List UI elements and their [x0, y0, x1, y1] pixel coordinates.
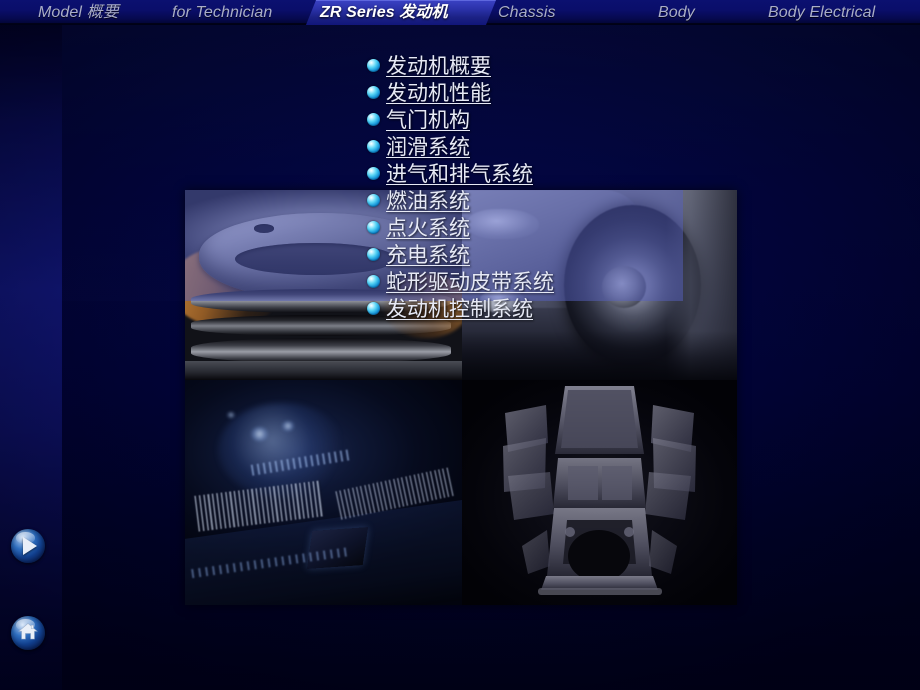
bullet-sphere-icon	[367, 194, 380, 207]
road-motion-blur	[462, 330, 737, 380]
tab-zr-series[interactable]: ZR Series 发动机	[320, 0, 448, 25]
left-gradient-rail	[0, 0, 62, 690]
tab-model-overview[interactable]: Model 概要	[38, 0, 119, 25]
menu-panel: 发动机概要 发动机性能 气门机构 润滑系统 进气和排气系统 燃油系统 点火系统 充电系统 蛇形驱…	[62, 25, 683, 320]
menu-item-label: 点火系统	[386, 215, 470, 240]
piston-base-shadow	[185, 361, 462, 380]
menu-item-fuel-system[interactable]: 燃油系统	[367, 187, 554, 214]
tab-chassis[interactable]: Chassis	[498, 0, 556, 25]
bullet-sphere-icon	[367, 302, 380, 315]
circuit-board-photo	[185, 380, 462, 605]
menu-item-label: 发动机性能	[386, 80, 491, 105]
menu-item-engine-overview[interactable]: 发动机概要	[367, 52, 554, 79]
tab-label: for Technician	[172, 4, 273, 21]
menu-item-label: 充电系统	[386, 242, 470, 267]
play-arrow-icon	[23, 537, 37, 555]
pcb-bokeh-light-2	[281, 420, 295, 431]
engine-topic-list: 发动机概要 发动机性能 气门机构 润滑系统 进气和排气系统 燃油系统 点火系统 充电系统 蛇形驱…	[367, 52, 554, 322]
bullet-sphere-icon	[367, 167, 380, 180]
bullet-sphere-icon	[367, 113, 380, 126]
piston-ring-3	[190, 338, 451, 363]
tab-label: Body Electrical	[768, 4, 876, 21]
tab-for-technician[interactable]: for Technician	[172, 0, 272, 25]
bullet-sphere-icon	[367, 275, 380, 288]
chapter-tabbar: Model 概要 for Technician ZR Series 发动机 Chass…	[0, 0, 920, 25]
menu-item-engine-control-system[interactable]: 发动机控制系统	[367, 295, 554, 322]
menu-item-lubrication-system[interactable]: 润滑系统	[367, 133, 554, 160]
tab-body-electrical[interactable]: Body Electrical	[768, 0, 875, 25]
tab-label: Body	[658, 4, 695, 21]
menu-item-label: 润滑系统	[386, 134, 470, 159]
menu-item-label: 进气和排气系统	[386, 161, 533, 186]
menu-item-label: 蛇形驱动皮带系统	[386, 269, 554, 294]
bullet-sphere-icon	[367, 140, 380, 153]
menu-item-valve-mechanism[interactable]: 气门机构	[367, 106, 554, 133]
pcb-bokeh-light-1	[251, 427, 269, 441]
tab-label: Chassis	[498, 4, 556, 21]
next-button[interactable]	[11, 529, 45, 563]
car-body-frame-photo	[462, 380, 737, 605]
tab-label: ZR Series 发动机	[320, 4, 448, 21]
menu-item-label: 燃油系统	[386, 188, 470, 213]
menu-item-intake-exhaust-system[interactable]: 进气和排气系统	[367, 160, 554, 187]
menu-item-charging-system[interactable]: 充电系统	[367, 241, 554, 268]
pcb-light-glow	[218, 402, 346, 497]
tab-label: Model 概要	[38, 4, 119, 21]
home-icon	[18, 622, 38, 645]
menu-item-label: 发动机概要	[386, 53, 491, 78]
tab-body[interactable]: Body	[658, 0, 695, 25]
menu-item-serpentine-belt-system[interactable]: 蛇形驱动皮带系统	[367, 268, 554, 295]
presentation-slide: 发动机概要 发动机性能 气门机构 润滑系统 进气和排气系统 燃油系统 点火系统 充电系统 蛇形驱…	[0, 0, 920, 690]
menu-item-label: 气门机构	[386, 107, 470, 132]
menu-item-engine-performance[interactable]: 发动机性能	[367, 79, 554, 106]
menu-item-label: 发动机控制系统	[386, 296, 533, 321]
body-frame-wireframe	[503, 386, 696, 595]
home-button[interactable]	[11, 616, 45, 650]
bullet-sphere-icon	[367, 86, 380, 99]
menu-item-ignition-system[interactable]: 点火系统	[367, 214, 554, 241]
bullet-sphere-icon	[367, 248, 380, 261]
pcb-bokeh-light-3	[226, 411, 235, 419]
bullet-sphere-icon	[367, 59, 380, 72]
bullet-sphere-icon	[367, 221, 380, 234]
